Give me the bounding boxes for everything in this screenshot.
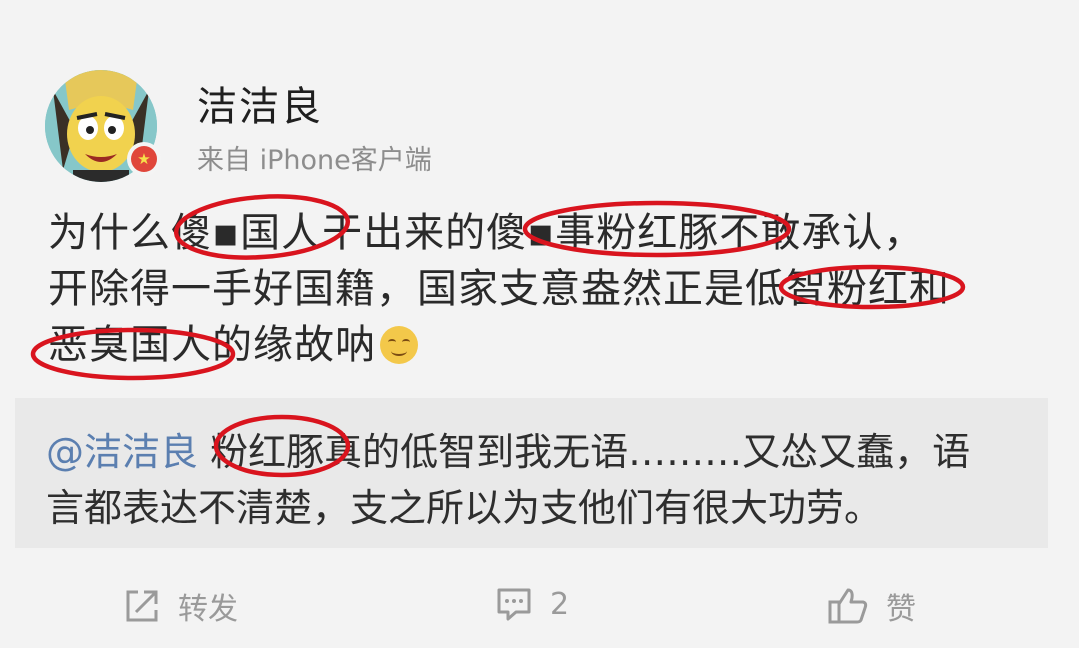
weibo-post-card: ★ 洁洁良 来自 iPhone客户端 为什么傻▪国人干出来的傻▪事粉红豚不敢承认… [0,0,1079,648]
reposted-comment-text: @洁洁良 粉红豚真的低智到我无语………又怂又蠢，语 言都表达不清楚，支之所以为支… [46,424,970,536]
comment-button[interactable]: 2 [494,584,569,624]
post-body: 为什么傻▪国人干出来的傻▪事粉红豚不敢承认， 开除得一手好国籍，国家支意盎然正是… [48,205,1038,373]
share-icon [126,590,158,622]
post-line-3-text: 恶臭国人的缘故呐 [48,322,376,368]
thumbs-up-icon [828,588,868,624]
post-line-3: 恶臭国人的缘故呐 [48,317,1038,373]
repost-line-2: 言都表达不清楚，支之所以为支他们有很大功劳。 [46,486,883,530]
like-label: 赞 [886,592,916,627]
repost-button[interactable]: 转发 [122,584,238,628]
repost-label: 转发 [178,592,238,627]
comment-icon [497,588,531,621]
repost-line-1-text: 粉红豚真的低智到我无语………又怂又蠢，语 [210,430,971,474]
post-source: 来自 iPhone客户端 [197,145,432,176]
post-line-1: 为什么傻▪国人干出来的傻▪事粉红豚不敢承认， [48,210,925,256]
repost-line-1: @洁洁良 粉红豚真的低智到我无语………又怂又蠢，语 [46,424,970,480]
comment-count: 2 [550,586,570,622]
vip-badge-icon: ★ [127,142,161,176]
mention-link[interactable]: @洁洁良 [46,430,198,474]
action-toolbar: 转发 2 赞 [0,570,1079,648]
smile-emoji-icon [380,326,418,364]
post-line-2: 开除得一手好国籍，国家支意盎然正是低智粉红和 [48,266,950,312]
like-button[interactable]: 赞 [826,584,916,628]
username[interactable]: 洁洁良 [197,74,323,132]
